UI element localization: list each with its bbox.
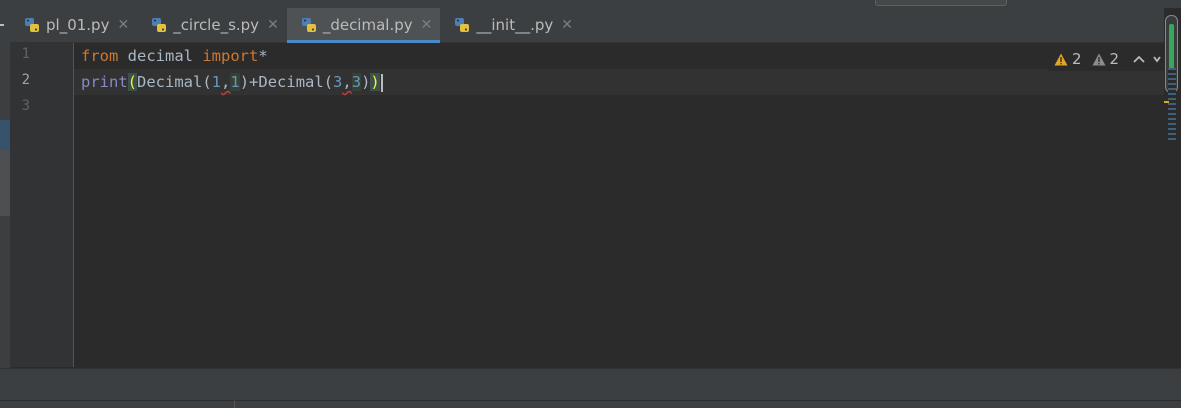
warning-icon: [1054, 53, 1068, 65]
tab-label: _circle_s.py: [173, 16, 260, 34]
analysis-ok-indicator: [1169, 24, 1174, 74]
line-number-gutter[interactable]: 1 2 3: [10, 43, 74, 367]
import-star: *: [258, 47, 268, 65]
number-literal: 3: [333, 73, 343, 91]
close-icon[interactable]: ✕: [421, 17, 433, 33]
status-divider: [0, 400, 1181, 401]
weak-warning-icon: [1092, 53, 1106, 65]
tab-circle-s[interactable]: _circle_s.py ✕: [137, 8, 287, 42]
comma-warning: ,: [221, 73, 231, 91]
error-stripe-markers[interactable]: [1168, 68, 1176, 140]
tab-decimal[interactable]: _decimal.py ✕: [286, 8, 441, 43]
tab-init[interactable]: __init__.py ✕: [440, 8, 581, 42]
tab-label: pl_01.py: [46, 16, 110, 34]
weak-warnings-count: 2: [1109, 50, 1120, 68]
editor-marker-strip[interactable]: [1164, 8, 1181, 368]
python-file-icon: [24, 17, 40, 33]
tab-label: __init__.py: [476, 16, 554, 34]
warnings-indicator[interactable]: 2: [1054, 50, 1082, 68]
line-number: 1: [21, 46, 30, 62]
python-file-icon: [151, 17, 167, 33]
search-field[interactable]: [875, 0, 1007, 6]
python-file-icon: [301, 17, 317, 33]
tab-label: _decimal.py: [322, 16, 413, 34]
chevron-up-icon[interactable]: [1133, 51, 1145, 67]
comma-warning: ,: [342, 73, 352, 91]
status-bar: [0, 368, 1181, 408]
text-caret: [380, 73, 383, 92]
line-number-current: 2: [21, 72, 30, 88]
code-line-1: from decimal import*: [81, 43, 268, 69]
matched-paren-close: ): [370, 73, 380, 91]
top-toolbar: [0, 0, 1181, 8]
inspections-widget[interactable]: 2 2: [1048, 47, 1168, 71]
code-line-2: print(Decimal(1,1)+Decimal(3,3)): [81, 69, 383, 95]
stripe-handle-icon[interactable]: [0, 24, 4, 26]
builtin-print: print: [81, 73, 128, 91]
number-literal: 1: [230, 73, 240, 91]
code-editor[interactable]: from decimal import* print(Decimal(1,1)+…: [74, 43, 1164, 367]
editor-tab-bar: pl_01.py ✕ _circle_s.py ✕ _decimal.py ✕: [10, 8, 1181, 43]
module-name: decimal: [118, 47, 203, 65]
number-literal: 3: [351, 73, 362, 91]
chevron-down-icon[interactable]: [1153, 51, 1161, 67]
warnings-count: 2: [1072, 50, 1082, 68]
weak-warnings-indicator[interactable]: 2: [1092, 50, 1120, 68]
decimal-call-1: Decimal(: [137, 73, 212, 91]
matched-paren-open: (: [127, 73, 138, 91]
keyword-import: import: [202, 47, 259, 65]
tab-pl-01[interactable]: pl_01.py ✕: [10, 8, 137, 42]
close-icon[interactable]: ✕: [561, 17, 573, 33]
close-icon[interactable]: ✕: [267, 17, 279, 33]
number-literal: 1: [211, 73, 222, 91]
decimal-call-2: )+Decimal(: [239, 73, 334, 91]
left-tool-stripe: [0, 8, 10, 368]
close-paren: ): [361, 73, 371, 91]
keyword-from: from: [81, 47, 119, 65]
warning-stripe-mark[interactable]: [1164, 101, 1169, 103]
python-file-icon: [454, 17, 470, 33]
close-icon[interactable]: ✕: [117, 17, 129, 33]
project-tool-selection: [0, 120, 10, 150]
line-number: 3: [21, 98, 30, 114]
